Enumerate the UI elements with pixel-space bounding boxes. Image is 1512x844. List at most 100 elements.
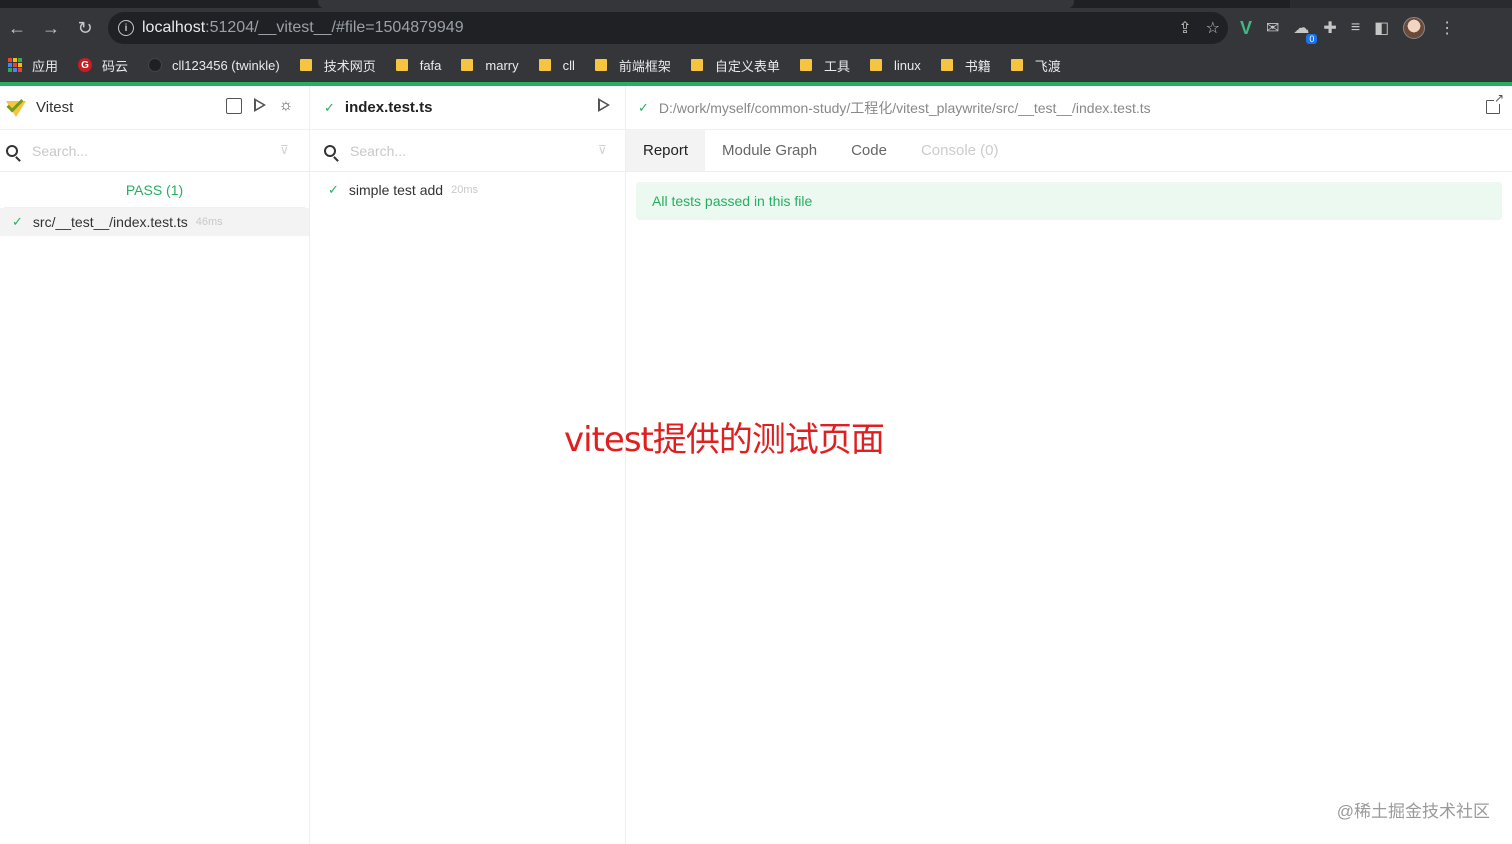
test-list-item[interactable]: ✓ simple test add 20ms	[310, 172, 625, 208]
bookmark-label: linux	[893, 57, 921, 73]
browser-menu-icon[interactable]: ⋮	[1439, 18, 1455, 38]
active-browser-tab[interactable]	[318, 0, 1074, 8]
test-duration: 20ms	[451, 184, 478, 196]
filter-clear-icon[interactable]: ⊽	[598, 144, 612, 156]
bookmark-item[interactable]: cll	[538, 57, 575, 73]
folder-icon	[940, 59, 953, 71]
gitee-icon: G	[78, 58, 93, 72]
tab-report[interactable]: Report	[626, 130, 706, 171]
filter-clear-icon[interactable]: ⊽	[280, 144, 294, 156]
pass-count-label: PASS (1)	[125, 181, 184, 198]
vitest-logo-icon	[4, 95, 28, 120]
side-panel-icon[interactable]: ◧	[1374, 18, 1389, 38]
bookmark-label: 飞渡	[1034, 58, 1061, 74]
bookmark-item[interactable]: 飞渡	[1010, 56, 1061, 75]
vue-devtools-icon[interactable]: V	[1240, 18, 1252, 39]
extension-badge-count: 0	[1306, 34, 1318, 44]
bookmark-item[interactable]: linux	[869, 57, 921, 73]
forward-icon[interactable]: →	[34, 11, 68, 45]
folder-icon	[869, 59, 882, 71]
detail-tabs: Report Module Graph Code Console (0)	[626, 130, 1512, 172]
reading-list-icon[interactable]: ≡	[1351, 19, 1360, 37]
browser-toolbar: ← → ↻ i localhost:51204/__vitest__/#file…	[0, 8, 1512, 48]
bookmark-label: 书籍	[964, 58, 991, 74]
bookmark-item[interactable]: marry	[461, 57, 519, 73]
bookmark-label: 码云	[102, 58, 129, 74]
file-title: index.test.ts	[344, 99, 433, 116]
file-search-input[interactable]	[32, 142, 252, 159]
watermark: @稀土掘金技术社区	[1336, 802, 1490, 821]
apps-grid-icon	[8, 58, 22, 72]
test-search-bar: ⊽	[310, 130, 625, 172]
url-path: :51204/__vitest__/#file=1504879949	[205, 19, 464, 36]
folder-icon	[799, 59, 812, 71]
vitest-ui: Vitest ☼ ⊽ PASS (1) ✓ src/__test__/index…	[0, 86, 1512, 844]
test-search-input[interactable]	[350, 142, 570, 159]
site-info-icon[interactable]: i	[118, 20, 134, 36]
open-external-icon[interactable]	[1486, 92, 1504, 114]
tab-code[interactable]: Code	[834, 130, 904, 171]
bookmark-label: 技术网页	[323, 58, 376, 74]
folder-icon	[690, 59, 703, 71]
bookmarks-bar: 应用 G 码云 cll123456 (twinkle) 技术网页 fafa marry cll…	[0, 48, 1512, 82]
folder-icon	[1010, 59, 1023, 71]
app-header: Vitest ☼	[0, 86, 309, 130]
bookmark-label: 前端框架	[618, 58, 671, 74]
detail-pane: ✓ D:/work/myself/common-study/工程化/vitest…	[626, 86, 1512, 844]
bookmark-label: cll	[562, 57, 575, 73]
bookmark-item[interactable]: 技术网页	[299, 56, 376, 75]
bookmark-star-icon[interactable]: ☆	[1206, 18, 1220, 38]
pass-banner-text: All tests passed in this file	[652, 193, 813, 209]
bookmark-item[interactable]: cll123456 (twinkle)	[148, 58, 280, 73]
bookmark-item[interactable]: 书籍	[940, 56, 991, 75]
bookmark-item[interactable]: fafa	[395, 57, 442, 73]
annotation-caption: vitest提供的测试页面	[564, 420, 885, 460]
folder-icon	[395, 59, 408, 71]
bookmark-label: marry	[485, 57, 519, 73]
bookmark-label: fafa	[419, 57, 442, 73]
dashboard-icon[interactable]	[226, 98, 242, 114]
github-icon	[148, 58, 163, 72]
extension-badge-icon[interactable]: ☁ 0	[1293, 18, 1318, 44]
profile-avatar[interactable]	[1403, 17, 1426, 39]
bookmark-label: 自定义表单	[714, 58, 780, 74]
bookmark-item[interactable]: 前端框架	[594, 56, 671, 75]
puzzle-extensions-icon[interactable]: ✚	[1323, 18, 1336, 38]
theme-toggle-icon[interactable]: ☼	[278, 98, 294, 114]
bookmark-item[interactable]: G 码云	[78, 56, 128, 75]
bookmark-item[interactable]: 工具	[799, 56, 850, 75]
mail-icon[interactable]: ✉	[1266, 18, 1279, 38]
app-title: Vitest	[36, 99, 74, 116]
file-duration: 46ms	[195, 216, 223, 228]
pass-banner: All tests passed in this file	[636, 182, 1502, 220]
test-name: simple test add	[348, 182, 444, 198]
detail-header: ✓ D:/work/myself/common-study/工程化/vitest…	[626, 86, 1512, 130]
folder-icon	[594, 59, 607, 71]
tab-console: Console (0)	[920, 142, 999, 159]
file-search-bar: ⊽	[0, 130, 309, 172]
back-icon[interactable]: ←	[0, 11, 34, 45]
bookmark-item[interactable]: 自定义表单	[690, 56, 780, 75]
extensions-area: V ✉ ☁ 0 ✚ ≡ ◧ ⋮	[1240, 8, 1455, 48]
run-file-icon[interactable]	[598, 98, 610, 112]
bookmark-label: cll123456 (twinkle)	[172, 57, 280, 73]
search-icon	[6, 144, 18, 157]
bookmark-item[interactable]: 应用	[8, 56, 58, 75]
reload-icon[interactable]: ↻	[68, 11, 102, 45]
folder-icon	[461, 59, 474, 71]
check-icon: ✓	[638, 99, 649, 115]
file-list-item[interactable]: ✓ src/__test__/index.test.ts 46ms	[0, 208, 309, 236]
tab-module-graph[interactable]: Module Graph	[705, 130, 834, 171]
share-icon[interactable]: ⇪	[1178, 18, 1191, 38]
file-explorer-pane: Vitest ☼ ⊽ PASS (1) ✓ src/__test__/index…	[0, 86, 310, 844]
bookmark-label: 工具	[823, 58, 850, 74]
folder-icon	[538, 59, 551, 71]
bookmark-label: 应用	[32, 58, 59, 74]
browser-tab-strip	[0, 0, 1512, 8]
address-bar[interactable]: i localhost:51204/__vitest__/#file=15048…	[108, 12, 1228, 44]
run-all-icon[interactable]	[254, 98, 266, 112]
url-host: localhost	[142, 19, 206, 36]
check-icon: ✓	[328, 182, 339, 197]
browser-tab[interactable]	[1290, 0, 1512, 8]
folder-icon	[299, 59, 312, 71]
